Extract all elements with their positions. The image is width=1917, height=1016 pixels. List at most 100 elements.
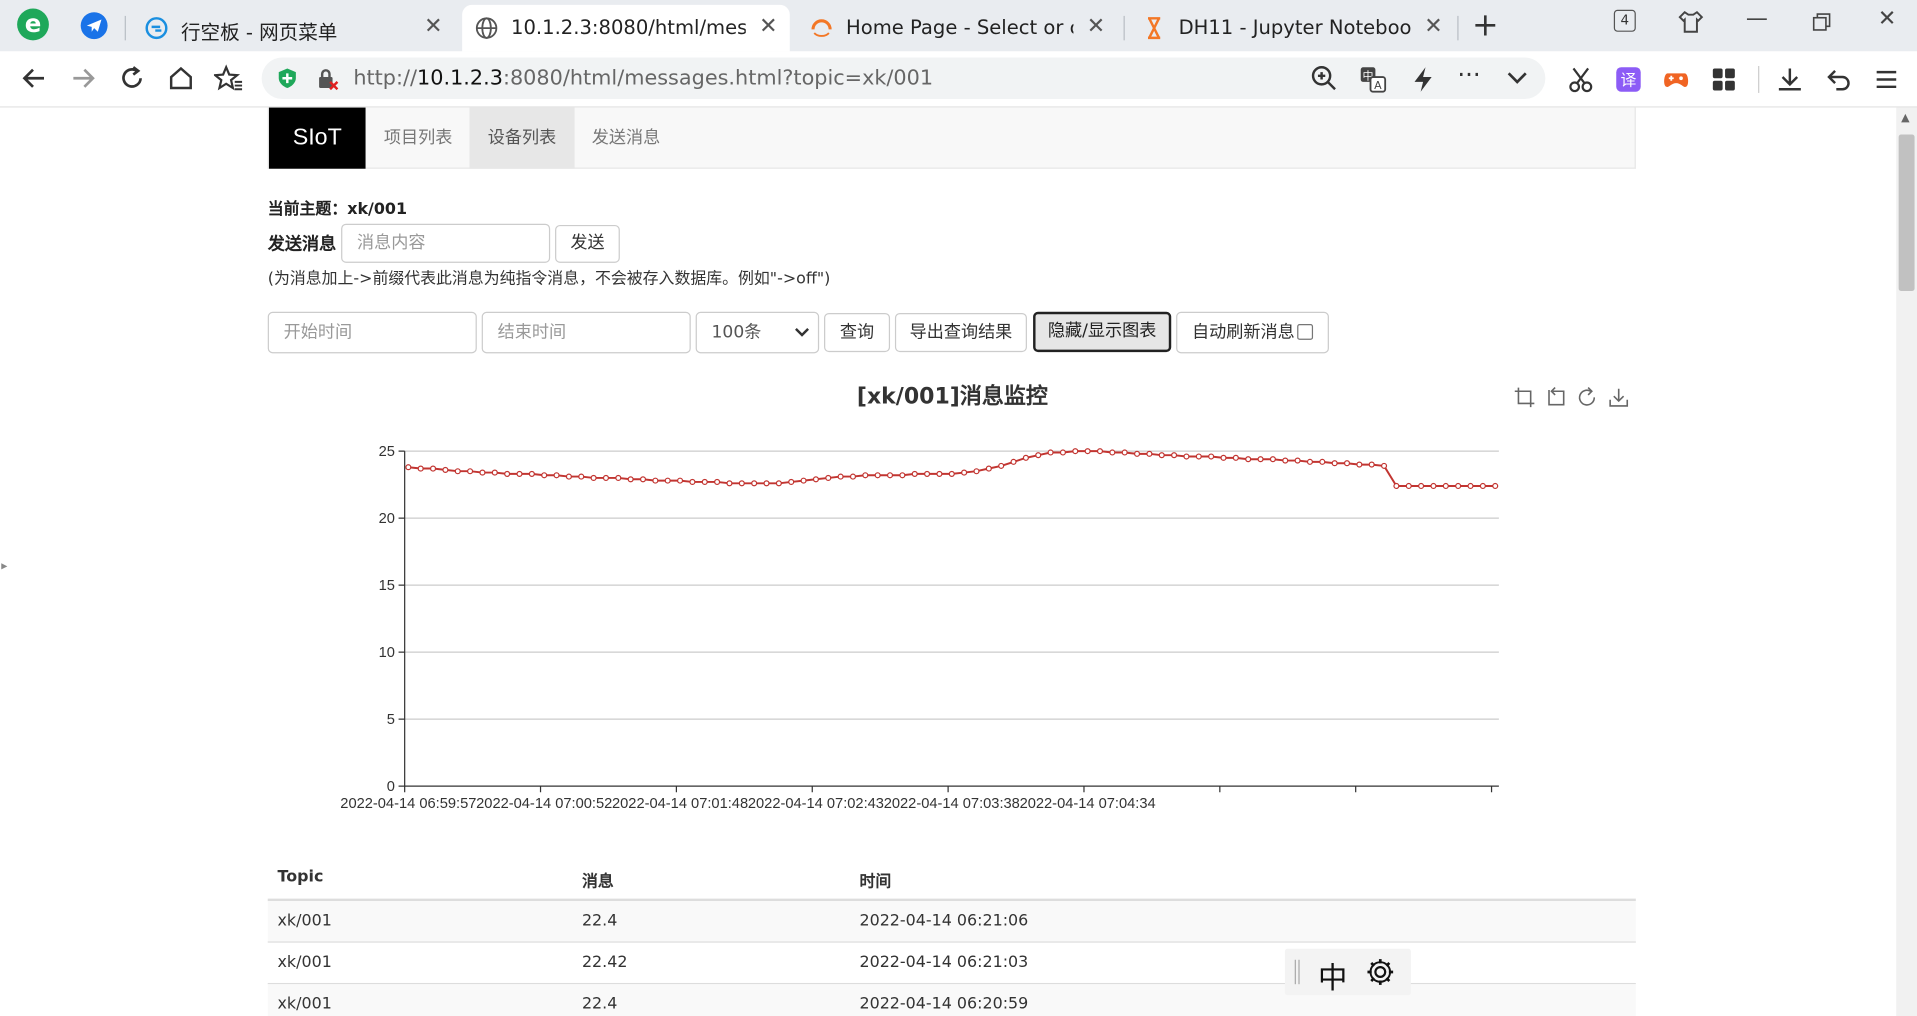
data-point[interactable] [973,468,980,475]
data-point[interactable] [1133,450,1141,457]
close-window-icon[interactable]: ✕ [1878,6,1896,32]
message-content-input[interactable]: 消息内容 [341,223,551,263]
end-time-input[interactable]: 结束时间 [481,311,691,354]
apps-grid-icon[interactable] [1710,66,1737,93]
translate-icon[interactable]: 中A [1360,66,1387,93]
data-point[interactable] [405,464,412,471]
data-point[interactable] [1072,448,1079,455]
data-point[interactable] [516,470,523,477]
data-point[interactable] [504,470,511,477]
send-button[interactable]: 发送 [555,224,620,263]
data-point[interactable] [1158,452,1165,459]
tab-3[interactable]: Home Page - Select or create a notebook … [797,5,1117,51]
data-point[interactable] [1442,482,1449,490]
scrollbar-thumb[interactable] [1898,134,1915,291]
data-point[interactable] [775,480,782,487]
data-point[interactable] [1195,453,1202,460]
nav-link-projects[interactable]: 项目列表 [366,108,471,169]
data-point[interactable] [998,462,1005,469]
data-point[interactable] [1306,458,1314,465]
data-point[interactable] [1109,449,1116,456]
download-icon[interactable] [1776,66,1803,93]
data-point[interactable] [961,469,968,476]
tab-close-icon[interactable]: ✕ [1424,13,1442,39]
more-options-icon[interactable]: ··· [1457,60,1480,89]
auto-refresh-checkbox[interactable] [1297,323,1314,340]
data-point[interactable] [602,474,610,482]
drag-handle[interactable] [1294,959,1300,985]
gear-icon[interactable] [1366,957,1395,986]
data-point[interactable] [1393,482,1400,490]
data-point[interactable] [1418,482,1425,490]
data-point[interactable] [627,476,634,483]
nav-link-devices[interactable]: 设备列表 [469,107,575,169]
tab-1[interactable]: 行空板 - 网页菜单 ✕ [132,5,455,51]
data-point[interactable] [1343,460,1351,467]
export-results-button[interactable]: 导出查询结果 [894,312,1027,353]
game-controller-icon[interactable] [1663,66,1690,93]
data-point[interactable] [763,480,770,487]
data-point[interactable] [862,472,869,479]
data-point[interactable] [565,473,572,480]
data-point[interactable] [899,472,906,479]
data-point[interactable] [1331,460,1338,467]
chevron-down-icon[interactable] [1506,70,1528,87]
data-point[interactable] [1232,454,1239,461]
data-point[interactable] [454,468,461,475]
data-point[interactable] [1146,450,1153,457]
data-point[interactable] [1356,461,1363,468]
new-tab-plus-icon[interactable]: + [1472,7,1499,44]
data-point[interactable] [1479,482,1486,490]
pinned-tab-telegram-icon[interactable] [80,12,108,40]
data-point[interactable] [590,474,597,482]
zoom-area-icon[interactable] [1514,386,1536,408]
tab-close-icon[interactable]: ✕ [1087,13,1105,39]
browser-logo-icon[interactable]: e [15,6,52,43]
save-image-download-icon[interactable] [1608,386,1630,408]
data-point[interactable] [1282,457,1289,464]
forward-arrow-icon[interactable] [68,64,97,93]
data-point[interactable] [886,472,894,479]
address-bar[interactable]: http://10.1.2.3:8080/html/messages.html?… [261,57,1546,100]
data-point[interactable] [1096,448,1104,455]
undo-icon[interactable] [1825,66,1852,93]
vertical-scrollbar[interactable]: ▲ [1896,107,1917,1016]
auto-refresh-toggle[interactable]: 自动刷新消息 [1176,311,1329,354]
data-point[interactable] [689,478,696,486]
data-point[interactable] [1492,482,1499,490]
data-point[interactable] [1047,449,1054,456]
restore-refresh-icon[interactable] [1576,386,1598,408]
translate-extension-icon[interactable]: 译 [1615,66,1642,93]
data-point[interactable] [1035,452,1042,459]
data-point[interactable] [825,474,832,482]
data-point[interactable] [1010,458,1017,465]
lightning-icon[interactable] [1411,66,1435,93]
data-point[interactable] [948,470,955,477]
data-point[interactable] [1294,457,1301,464]
data-point[interactable] [578,473,585,480]
start-time-input[interactable]: 开始时间 [267,311,477,354]
security-shield-icon[interactable] [276,67,298,89]
data-point[interactable] [1430,482,1437,490]
data-point[interactable] [1319,458,1326,465]
data-point[interactable] [985,465,992,472]
nav-link-send-message[interactable]: 发送消息 [573,108,678,169]
data-point[interactable] [652,477,659,484]
insecure-lock-icon[interactable] [315,67,339,91]
skin-shirt-icon[interactable] [1677,10,1704,34]
zoom-reset-icon[interactable] [1544,386,1566,408]
data-point[interactable] [1467,482,1474,490]
hamburger-menu-icon[interactable] [1873,66,1900,93]
scissors-icon[interactable] [1567,66,1594,93]
toggle-chart-button[interactable]: 隐藏/显示图表 [1033,311,1172,353]
data-point[interactable] [1121,449,1128,456]
limit-select[interactable]: 100条 [695,311,820,354]
reload-icon[interactable] [117,64,146,93]
data-point[interactable] [1381,462,1388,469]
data-point[interactable] [541,472,548,479]
data-point[interactable] [738,480,745,487]
tab-count-badge[interactable]: 4 [1613,9,1636,32]
data-point[interactable] [751,480,758,487]
data-point[interactable] [874,472,881,479]
data-point[interactable] [442,466,449,473]
